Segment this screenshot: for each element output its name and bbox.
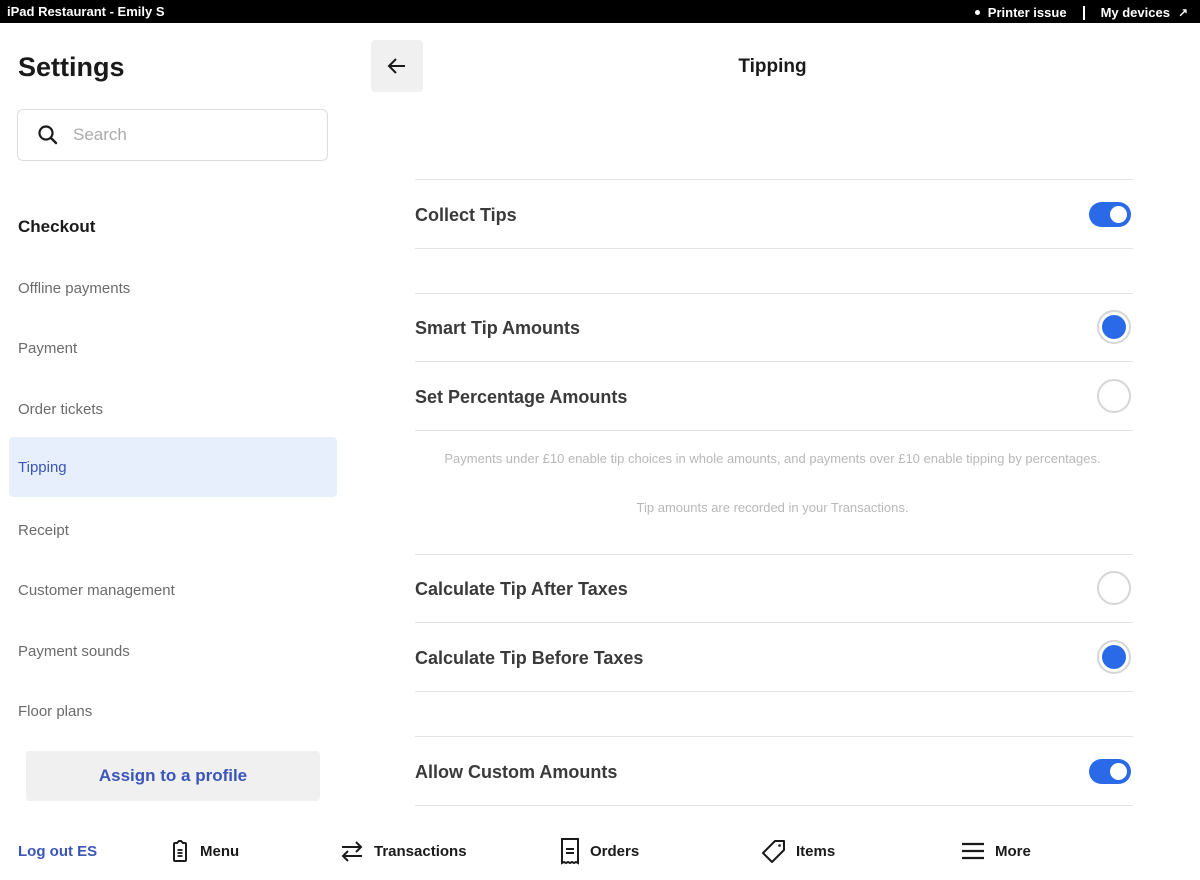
divider [415,361,1133,362]
page-title: Tipping [738,56,807,77]
hamburger-icon [962,842,984,860]
sidebar-item-payment-sounds[interactable]: Payment sounds [9,621,337,681]
sidebar-item-label: Payment [18,339,78,357]
sidebar-item-label: Offline payments [18,279,131,297]
sidebar-item-receipt[interactable]: Receipt [9,500,337,560]
sidebar-item-label: Receipt [18,521,69,539]
section-title-checkout: Checkout [18,217,96,236]
divider [415,622,1133,623]
set-percentage-radio[interactable] [1097,379,1131,413]
divider [415,293,1133,294]
receipt-icon [561,838,579,865]
bottom-tab-bar: Log out ES Menu Transactions Orders Item… [0,825,1200,880]
tab-label: Menu [200,842,240,860]
sidebar-item-floor-plans[interactable]: Floor plans [9,681,337,741]
custom-amounts-toggle[interactable] [1089,759,1131,784]
sidebar-item-label: Order tickets [18,400,104,418]
tab-transactions[interactable]: Transactions [340,835,467,867]
tab-label: Transactions [374,842,467,860]
set-percentage-label: Set Percentage Amounts [415,387,628,407]
tip-before-taxes-label: Calculate Tip Before Taxes [415,648,644,668]
sidebar-item-label: Tipping [18,458,67,476]
tab-orders[interactable]: Orders [560,835,639,867]
search-field[interactable] [17,109,328,161]
sidebar-item-label: Customer management [18,581,175,599]
tab-more[interactable]: More [961,835,1031,867]
assign-profile-button[interactable]: Assign to a profile [26,751,320,801]
divider [415,805,1133,806]
sidebar-item-tipping[interactable]: Tipping [9,437,337,497]
sidebar-item-payment[interactable]: Payment [9,318,337,378]
logout-button[interactable]: Log out ES [18,843,97,860]
divider [415,430,1133,431]
divider [415,248,1133,249]
status-dot-icon [974,10,980,15]
status-bar: iPad Restaurant - Emily S Printer issue … [0,0,1200,23]
tab-label: Items [796,842,836,860]
divider [415,736,1133,737]
search-icon [38,125,58,145]
divider [415,554,1133,555]
tab-label: Orders [590,842,640,860]
search-input[interactable] [73,125,293,145]
transactions-arrows-icon [341,841,363,862]
arrow-left-icon [387,58,405,74]
smart-tip-label: Smart Tip Amounts [415,318,581,338]
tip-after-taxes-radio[interactable] [1097,571,1131,605]
sidebar-item-label: Payment sounds [18,642,130,660]
settings-sidebar: Settings Checkout Offline payments Payme… [0,23,350,880]
sidebar-item-offline-payments[interactable]: Offline payments [9,258,337,318]
smart-tip-radio[interactable] [1097,310,1131,344]
tip-note-transactions: Tip amounts are recorded in your Transac… [636,500,909,515]
divider [415,179,1133,180]
divider [415,691,1133,692]
collect-tips-toggle[interactable] [1089,202,1131,227]
tab-label: More [995,842,1031,860]
menu-clipboard-icon [173,840,187,862]
tip-note-amounts: Payments under £10 enable tip choices in… [444,451,1101,466]
sidebar-item-order-tickets[interactable]: Order tickets [9,379,337,439]
divider [1082,5,1085,20]
custom-amounts-label: Allow Custom Amounts [415,762,618,782]
printer-issue-link[interactable]: Printer issue [988,5,1067,20]
device-title: iPad Restaurant - Emily S [7,4,165,19]
tip-after-taxes-label: Calculate Tip After Taxes [415,579,628,599]
tip-before-taxes-radio[interactable] [1097,640,1131,674]
back-button[interactable] [371,40,423,92]
sidebar-item-customer-management[interactable]: Customer management [9,560,337,620]
settings-title: Settings [18,52,125,82]
tab-items[interactable]: Items [762,835,835,867]
collect-tips-label: Collect Tips [415,205,517,225]
sidebar-item-label: Floor plans [18,702,93,720]
my-devices-link[interactable]: My devices [1101,5,1170,20]
tab-menu[interactable]: Menu [170,835,239,867]
tag-icon [762,840,785,863]
external-arrow-icon: ↗ [1177,5,1188,20]
